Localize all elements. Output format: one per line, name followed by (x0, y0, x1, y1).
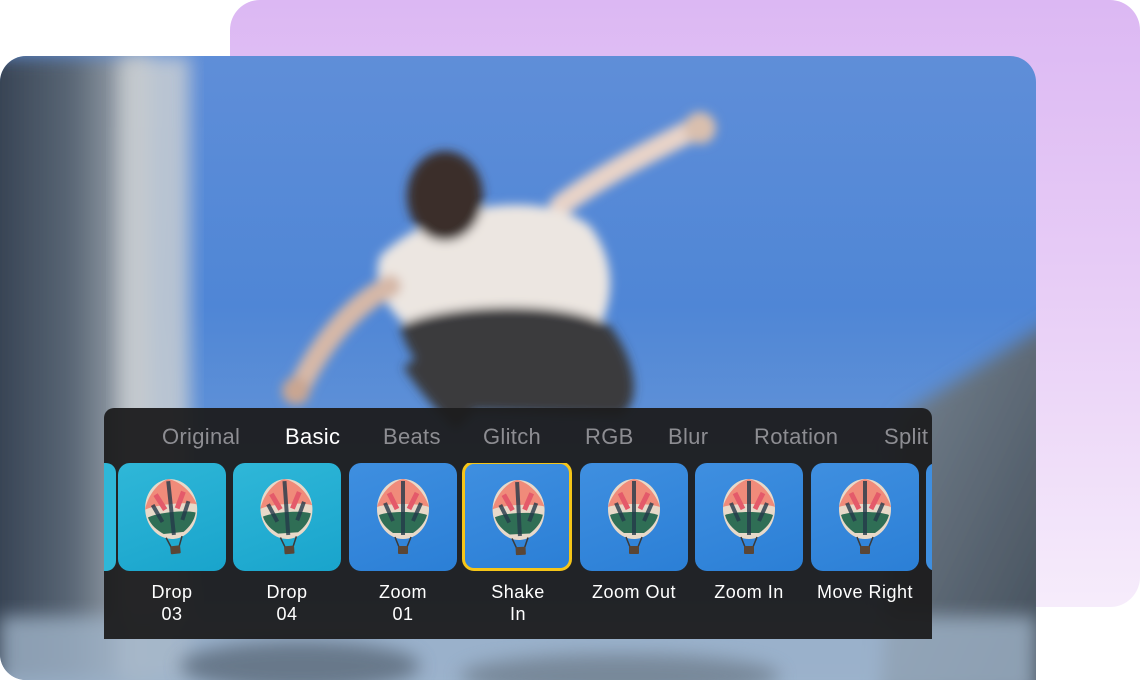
effect-label: Zoom In (685, 581, 813, 603)
tab-original[interactable]: Original (162, 424, 240, 450)
effect-tile-partial-right[interactable] (926, 463, 932, 571)
effect-label-line1: Drop (151, 582, 193, 602)
tab-basic[interactable]: Basic (285, 424, 340, 450)
tab-beats[interactable]: Beats (383, 424, 441, 450)
tab-blur[interactable]: Blur (668, 424, 708, 450)
tab-rgb[interactable]: RGB (585, 424, 634, 450)
effect-label-line1: Shake (491, 582, 545, 602)
stage: Original Basic Beats Glitch RGB Blur Rotation S… (0, 0, 1140, 680)
effect-thumbnail (811, 463, 919, 571)
effect-label-line2: In (509, 604, 526, 624)
tab-rotation[interactable]: Rotation (754, 424, 838, 450)
effect-label-line1: Zoom In (714, 582, 784, 602)
hot-air-balloon-icon (492, 480, 545, 556)
hot-air-balloon-icon (260, 479, 313, 555)
effect-label-line1: Zoom (378, 582, 427, 602)
effect-label-line2: 03 (161, 604, 183, 624)
effect-thumbnail (462, 463, 572, 571)
hot-air-balloon-icon (608, 479, 660, 554)
hot-air-balloon-icon (723, 479, 775, 554)
effect-label-line1: Drop (266, 582, 308, 602)
effect-label: Drop 04 (223, 581, 351, 625)
effect-list: Drop 03 Drop 04 Zoom 01 Shake In Zoom Ou… (104, 463, 932, 639)
effect-label-line1: Move Right (816, 582, 914, 602)
hot-air-balloon-icon (839, 479, 891, 554)
effect-label-line2: 04 (276, 604, 298, 624)
hot-air-balloon-icon (377, 479, 429, 554)
effect-label: Shake In (454, 581, 582, 625)
effect-thumbnail (580, 463, 688, 571)
effect-thumbnail (349, 463, 457, 571)
hot-air-balloon-icon (145, 479, 198, 555)
effect-label: Drop 03 (108, 581, 236, 625)
effect-thumbnail (233, 463, 341, 571)
effect-category-tabs: Original Basic Beats Glitch RGB Blur Rotation S… (104, 408, 932, 463)
effect-label: Zoom Out (570, 581, 698, 603)
effect-label-line1: Zoom Out (591, 582, 677, 602)
effect-thumbnail (118, 463, 226, 571)
effects-panel: Original Basic Beats Glitch RGB Blur Rotation S… (104, 408, 932, 639)
effect-label-line2: 01 (392, 604, 414, 624)
effect-tile-partial-left[interactable] (104, 463, 116, 571)
effect-label: Move Right (801, 581, 929, 603)
tab-split[interactable]: Split (884, 424, 928, 450)
effect-label: Zoom 01 (339, 581, 467, 625)
effect-thumbnail (695, 463, 803, 571)
tab-glitch[interactable]: Glitch (483, 424, 541, 450)
